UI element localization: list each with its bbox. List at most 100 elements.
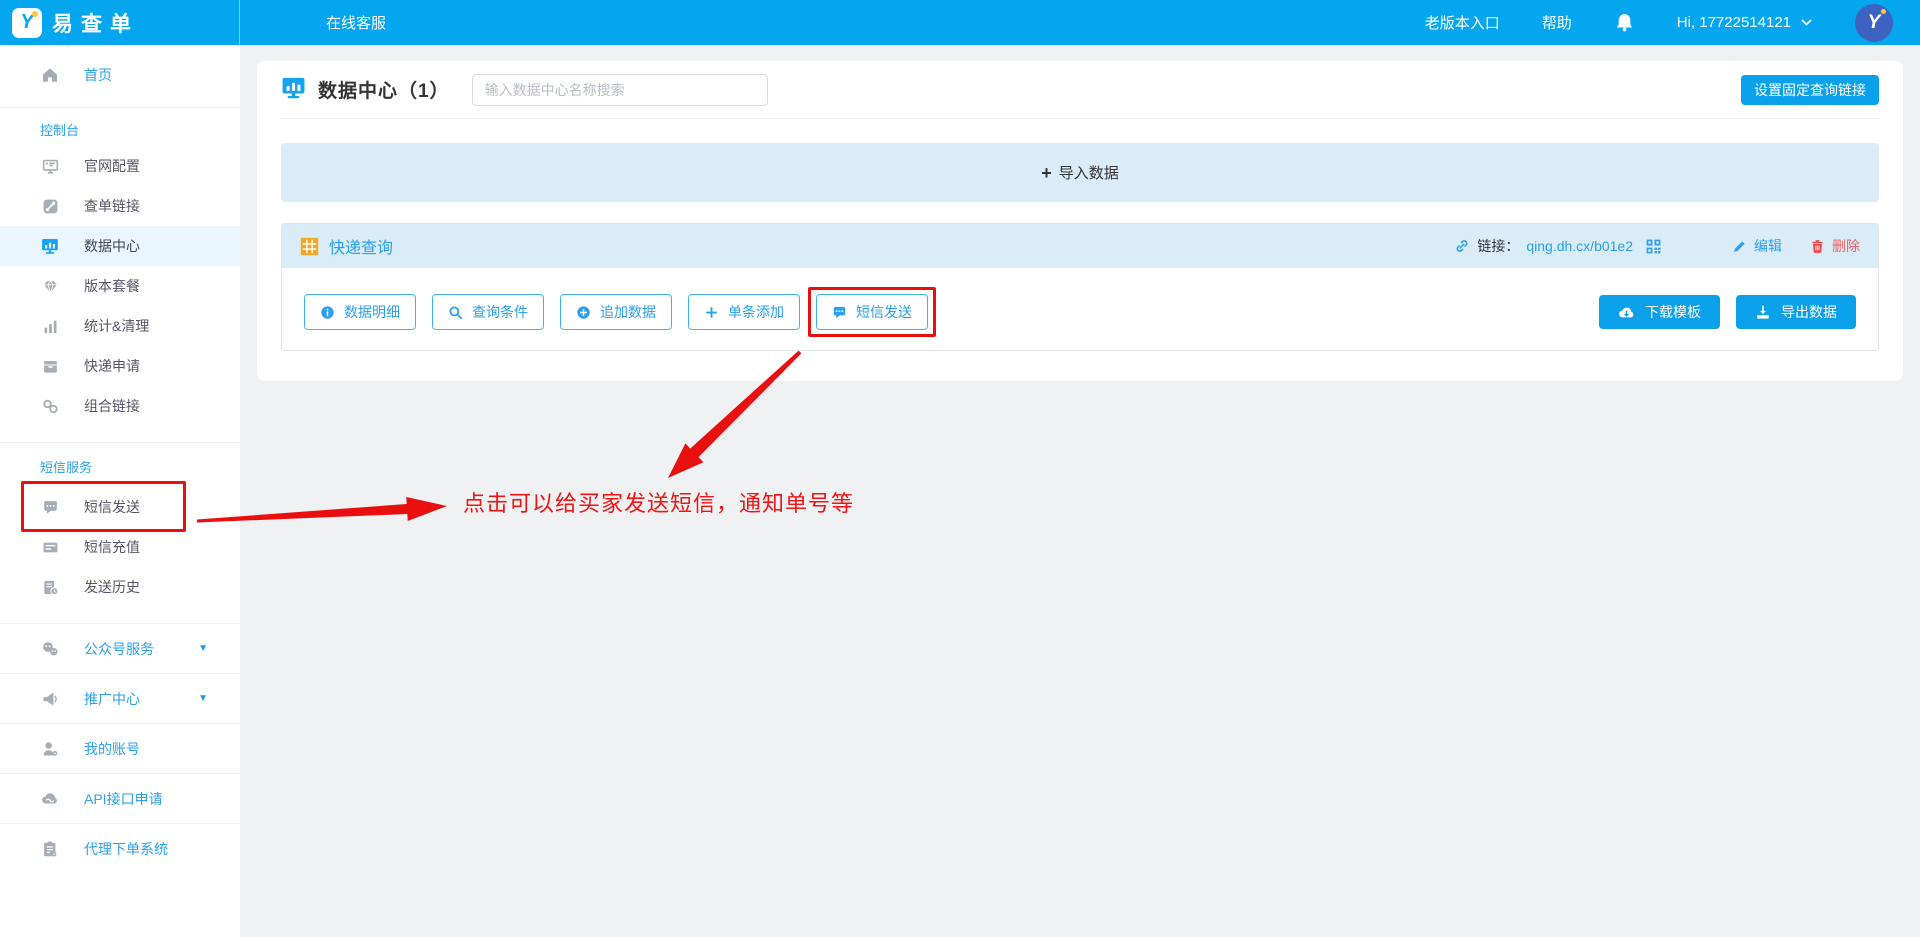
- topbar: Y 易查单 在线客服 老版本入口 帮助 Hi, 17722514121 Y: [0, 0, 1920, 45]
- user-menu[interactable]: Hi, 17722514121: [1677, 14, 1813, 31]
- sidebar-item-label: API接口申请: [84, 789, 163, 809]
- sms-send-wrapper: 短信发送: [816, 294, 944, 330]
- link-label: 链接：: [1477, 236, 1519, 256]
- link-chain-icon: [1454, 238, 1470, 254]
- import-data-bar[interactable]: + 导入数据: [281, 143, 1879, 202]
- sidebar-item-version-plan[interactable]: 版本套餐: [0, 266, 240, 306]
- parcel-icon: [40, 358, 60, 375]
- dropdown-triangle-icon[interactable]: ▼: [198, 693, 208, 704]
- sidebar-item-label: 查单链接: [84, 196, 140, 216]
- qr-code-icon[interactable]: [1645, 238, 1662, 255]
- main-content: 数据中心（1） 设置固定查询链接 + 导入数据 快递查询 链: [240, 45, 1920, 937]
- card-header: 快递查询 链接： qing.dh.cx/b01e2 编辑: [282, 224, 1878, 268]
- card-title[interactable]: 快递查询: [329, 234, 393, 258]
- sidebar-divider: [0, 442, 240, 443]
- sidebar-item-label: 快递申请: [84, 356, 140, 376]
- api-cloud-icon: [40, 790, 60, 808]
- sidebar-divider: [0, 107, 240, 108]
- sms-bubble-icon: [40, 499, 60, 516]
- plus-icon: [704, 305, 719, 320]
- sidebar-item-express-apply[interactable]: 快递申请: [0, 346, 240, 386]
- online-service-link[interactable]: 在线客服: [326, 12, 386, 33]
- monitor-icon: [40, 158, 60, 175]
- sidebar-item-label: 发送历史: [84, 577, 140, 597]
- search-input[interactable]: [472, 74, 768, 106]
- sidebar-item-label: 推广中心: [84, 689, 140, 709]
- sidebar-item-label: 短信发送: [84, 497, 140, 517]
- sidebar-item-agent-order-system[interactable]: 代理下单系统: [0, 824, 240, 873]
- set-fixed-query-link-button[interactable]: 设置固定查询链接: [1741, 75, 1879, 105]
- plus-circle-icon: [576, 305, 591, 320]
- panel-header: 数据中心（1） 设置固定查询链接: [281, 61, 1879, 119]
- avatar-dot: [1881, 9, 1886, 14]
- single-add-button[interactable]: 单条添加: [688, 294, 800, 330]
- sidebar-item-sms-send[interactable]: 短信发送: [0, 487, 240, 527]
- table-icon: [300, 237, 319, 256]
- card-header-right: 链接： qing.dh.cx/b01e2 编辑 删除: [1454, 236, 1860, 256]
- sidebar-item-label: 组合链接: [84, 396, 140, 416]
- sidebar-section-console: 控制台: [0, 122, 240, 140]
- link-icon: [40, 198, 60, 215]
- cloud-download-icon: [1618, 304, 1635, 321]
- megaphone-icon: [40, 690, 60, 708]
- page-title: 数据中心（1）: [318, 76, 450, 103]
- sidebar-item-stats-clean[interactable]: 统计&清理: [0, 306, 240, 346]
- chevron-down-icon: [1800, 16, 1813, 29]
- export-data-button[interactable]: 导出数据: [1736, 295, 1856, 329]
- edit-button[interactable]: 编辑: [1732, 236, 1782, 256]
- download-template-button[interactable]: 下载模板: [1599, 295, 1720, 329]
- history-doc-icon: [40, 579, 60, 596]
- sidebar-item-label: 官网配置: [84, 156, 140, 176]
- query-condition-button[interactable]: 查询条件: [432, 294, 544, 330]
- import-data-label: 导入数据: [1059, 162, 1119, 183]
- sidebar-item-data-center[interactable]: 数据中心: [0, 226, 240, 266]
- sidebar-item-query-link[interactable]: 查单链接: [0, 186, 240, 226]
- gem-icon: [40, 278, 60, 295]
- user-gear-icon: [40, 740, 60, 758]
- brand-logo-dot: [32, 11, 38, 17]
- sidebar-item-label: 代理下单系统: [84, 839, 168, 859]
- search-icon: [448, 305, 463, 320]
- sms-send-button[interactable]: 短信发送: [816, 294, 928, 330]
- sidebar-item-api-apply[interactable]: API接口申请: [0, 774, 240, 823]
- link-group: 链接： qing.dh.cx/b01e2: [1454, 236, 1633, 256]
- delete-button[interactable]: 删除: [1810, 236, 1860, 256]
- download-tray-icon: [1755, 304, 1771, 320]
- sidebar-item-my-account[interactable]: 我的账号: [0, 724, 240, 773]
- data-center-title-icon: [281, 75, 306, 105]
- sidebar-item-label: 数据中心: [84, 236, 140, 256]
- sidebar: 首页 控制台 官网配置 查单链接 数据中心 版本套餐 统计&清理 快递申请: [0, 45, 240, 937]
- sidebar-item-label: 版本套餐: [84, 276, 140, 296]
- sidebar-item-label: 首页: [84, 65, 112, 85]
- bell-icon[interactable]: [1614, 12, 1635, 33]
- data-detail-button[interactable]: 数据明细: [304, 294, 416, 330]
- dropdown-triangle-icon[interactable]: ▼: [198, 643, 208, 654]
- info-circle-icon: [320, 305, 335, 320]
- sidebar-item-label: 我的账号: [84, 739, 140, 759]
- query-link-url[interactable]: qing.dh.cx/b01e2: [1526, 238, 1633, 254]
- sidebar-item-site-config[interactable]: 官网配置: [0, 146, 240, 186]
- card-body: 数据明细 查询条件 追加数据 单条添加: [282, 268, 1878, 350]
- top-nav: 在线客服 老版本入口 帮助 Hi, 17722514121 Y: [240, 0, 1920, 45]
- trash-icon: [1810, 239, 1825, 254]
- topbar-right: 老版本入口 帮助 Hi, 17722514121 Y: [1425, 4, 1893, 42]
- append-data-button[interactable]: 追加数据: [560, 294, 672, 330]
- old-version-link[interactable]: 老版本入口: [1425, 12, 1500, 33]
- sidebar-item-combo-link[interactable]: 组合链接: [0, 386, 240, 426]
- sidebar-item-promotion-center[interactable]: 推广中心 ▼: [0, 674, 240, 723]
- sidebar-section-sms: 短信服务: [0, 459, 240, 477]
- avatar[interactable]: Y: [1855, 4, 1893, 42]
- sidebar-item-send-history[interactable]: 发送历史: [0, 567, 240, 607]
- card-right-buttons: 下载模板 导出数据: [1599, 295, 1856, 329]
- sidebar-item-home[interactable]: 首页: [0, 51, 240, 99]
- brand[interactable]: Y 易查单: [0, 0, 240, 45]
- brand-logo-icon: Y: [12, 8, 42, 38]
- wechat-icon: [40, 640, 60, 658]
- data-center-panel: 数据中心（1） 设置固定查询链接 + 导入数据 快递查询 链: [257, 61, 1903, 381]
- sidebar-item-sms-recharge[interactable]: 短信充值: [0, 527, 240, 567]
- brand-title: 易查单: [52, 8, 139, 38]
- help-link[interactable]: 帮助: [1542, 12, 1572, 33]
- sidebar-item-official-account[interactable]: 公众号服务 ▼: [0, 624, 240, 673]
- sidebar-item-label: 统计&清理: [84, 316, 149, 336]
- data-center-icon: [40, 237, 60, 255]
